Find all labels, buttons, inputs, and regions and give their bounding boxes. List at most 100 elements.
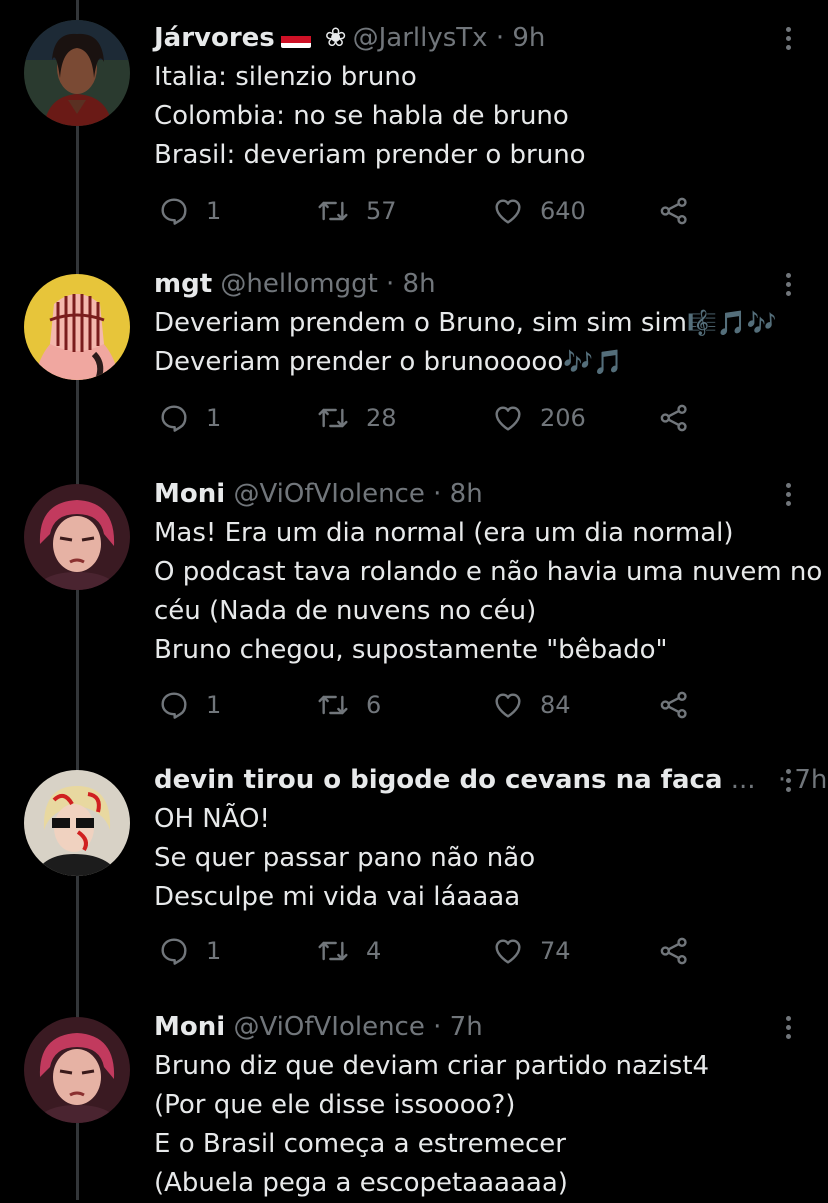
tweet-header: devin tirou o bigode do cevans na faca .… bbox=[154, 760, 827, 800]
avatar[interactable] bbox=[24, 20, 130, 126]
tweet-line: Mas! Era um dia normal (era um dia norma… bbox=[154, 518, 734, 548]
tweet-header: Moni @ViOfVIolence · 7h bbox=[154, 1007, 483, 1047]
tweet-line: Bruno chegou, supostamente "bêbado" bbox=[154, 635, 668, 665]
more-icon[interactable] bbox=[782, 474, 794, 514]
reply-count: 1 bbox=[206, 937, 222, 965]
reply-icon bbox=[161, 692, 187, 719]
display-name[interactable]: Moni bbox=[154, 479, 225, 509]
retweet-button[interactable]: 28 bbox=[316, 398, 397, 438]
more-icon[interactable] bbox=[782, 1007, 794, 1047]
tweet-line: céu (Nada de nuvens no céu) bbox=[154, 596, 537, 626]
tweet-header: mgt @hellomggt · 8h bbox=[154, 264, 436, 304]
reply-count: 1 bbox=[206, 691, 222, 719]
like-button[interactable]: 74 bbox=[492, 931, 571, 971]
retweet-icon bbox=[318, 941, 348, 961]
tweet-line: Brasil: deveriam prender o bruno bbox=[154, 140, 586, 170]
tweet-line: Bruno diz que deviam criar partido nazis… bbox=[154, 1051, 710, 1081]
tweet-line: O podcast tava rolando e não havia uma n… bbox=[154, 557, 823, 587]
retweet-icon bbox=[318, 695, 348, 715]
yemen-flag-icon bbox=[280, 28, 311, 48]
retweet-button[interactable]: 57 bbox=[316, 191, 397, 231]
reply-count: 1 bbox=[206, 197, 222, 225]
avatar[interactable] bbox=[24, 274, 130, 380]
tweet-actions: 1 4 74 bbox=[154, 931, 714, 971]
tweet-line: (Por que ele disse issoooo?) bbox=[154, 1090, 516, 1120]
timestamp[interactable]: · 7h bbox=[433, 1012, 483, 1042]
reply-button[interactable]: 1 bbox=[158, 398, 221, 438]
heart-icon bbox=[495, 406, 521, 431]
reply-icon bbox=[161, 198, 187, 225]
tweet-actions: 1 6 84 bbox=[154, 685, 714, 725]
tweet-line: Se quer passar pano não não bbox=[154, 843, 536, 873]
display-name[interactable]: mgt bbox=[154, 269, 212, 299]
handle[interactable]: @ViOfVIolence bbox=[233, 479, 424, 509]
retweet-count: 57 bbox=[366, 197, 397, 225]
handle[interactable]: @JarllysTx bbox=[353, 23, 488, 53]
timestamp[interactable]: · 9h bbox=[496, 23, 546, 53]
music-notes-icon: 🎶🎵 bbox=[563, 348, 624, 376]
more-icon[interactable] bbox=[782, 264, 794, 304]
retweet-icon bbox=[318, 408, 348, 428]
like-button[interactable]: 84 bbox=[492, 685, 571, 725]
retweet-count: 28 bbox=[366, 404, 397, 432]
like-button[interactable]: 640 bbox=[492, 191, 586, 231]
tweet-line: Italia: silenzio bruno bbox=[154, 62, 417, 92]
retweet-button[interactable]: 6 bbox=[316, 685, 381, 725]
display-name[interactable]: Moni bbox=[154, 1012, 225, 1042]
timestamp[interactable]: · 8h bbox=[386, 269, 436, 299]
tweet-header: Járvores ❀ @JarllysTx · 9h bbox=[154, 18, 545, 58]
share-button[interactable] bbox=[658, 931, 690, 971]
tweet-text: Italia: silenzio bruno Colombia: no se h… bbox=[154, 58, 804, 175]
share-icon bbox=[660, 691, 687, 719]
avatar[interactable] bbox=[24, 770, 130, 876]
tweet-text: Deveriam prendem o Bruno, sim sim sim🎼🎵🎶… bbox=[154, 304, 804, 382]
name-ellipsis: ... bbox=[730, 765, 756, 795]
tweet-line: Colombia: no se habla de bruno bbox=[154, 101, 569, 131]
tweet-actions: 1 28 206 bbox=[154, 398, 714, 438]
more-icon[interactable] bbox=[782, 760, 794, 800]
flower-icon: ❀ bbox=[324, 23, 347, 53]
handle[interactable]: @ViOfVIolence bbox=[233, 1012, 424, 1042]
like-count: 74 bbox=[540, 937, 571, 965]
tweet-line: Deveriam prender o brunooooo🎶🎵 bbox=[154, 347, 624, 377]
share-button[interactable] bbox=[658, 685, 690, 725]
tweet-text: Bruno diz que deviam criar partido nazis… bbox=[154, 1047, 804, 1203]
tweet-header: Moni @ViOfVIolence · 8h bbox=[154, 474, 483, 514]
avatar[interactable] bbox=[24, 1017, 130, 1123]
share-button[interactable] bbox=[658, 398, 690, 438]
handle[interactable]: @hellomggt bbox=[220, 269, 377, 299]
tweet-line: OH NÃO! bbox=[154, 804, 270, 834]
reply-button[interactable]: 1 bbox=[158, 191, 221, 231]
display-name[interactable]: devin tirou o bigode do cevans na faca bbox=[154, 765, 722, 795]
retweet-icon bbox=[318, 201, 348, 221]
avatar[interactable] bbox=[24, 484, 130, 590]
reply-icon bbox=[161, 938, 187, 965]
heart-icon bbox=[495, 199, 521, 224]
share-icon bbox=[660, 937, 687, 965]
share-button[interactable] bbox=[658, 191, 690, 231]
more-icon[interactable] bbox=[782, 18, 794, 58]
reply-count: 1 bbox=[206, 404, 222, 432]
reply-button[interactable]: 1 bbox=[158, 685, 221, 725]
retweet-count: 4 bbox=[366, 937, 382, 965]
tweet-line: (Abuela pega a escopetaaaaaa) bbox=[154, 1168, 568, 1198]
like-count: 206 bbox=[540, 404, 586, 432]
like-button[interactable]: 206 bbox=[492, 398, 586, 438]
tweet-text: Mas! Era um dia normal (era um dia norma… bbox=[154, 514, 823, 670]
share-icon bbox=[660, 197, 687, 225]
retweet-button[interactable]: 4 bbox=[316, 931, 381, 971]
retweet-count: 6 bbox=[366, 691, 382, 719]
share-icon bbox=[660, 404, 687, 432]
timestamp[interactable]: · 8h bbox=[433, 479, 483, 509]
tweet-line: E o Brasil começa a estremecer bbox=[154, 1129, 566, 1159]
reply-icon bbox=[161, 405, 187, 432]
tweet-line: Desculpe mi vida vai láaaaa bbox=[154, 882, 521, 912]
reply-button[interactable]: 1 bbox=[158, 931, 221, 971]
tweet-text: OH NÃO! Se quer passar pano não não Desc… bbox=[154, 800, 804, 917]
music-notes-icon: 🎼🎵🎶 bbox=[686, 309, 777, 337]
heart-icon bbox=[495, 939, 521, 964]
heart-icon bbox=[495, 693, 521, 718]
tweet-line: Deveriam prendem o Bruno, sim sim sim🎼🎵🎶 bbox=[154, 308, 777, 338]
tweet-actions: 1 57 640 bbox=[154, 191, 714, 231]
display-name[interactable]: Járvores bbox=[154, 23, 275, 53]
